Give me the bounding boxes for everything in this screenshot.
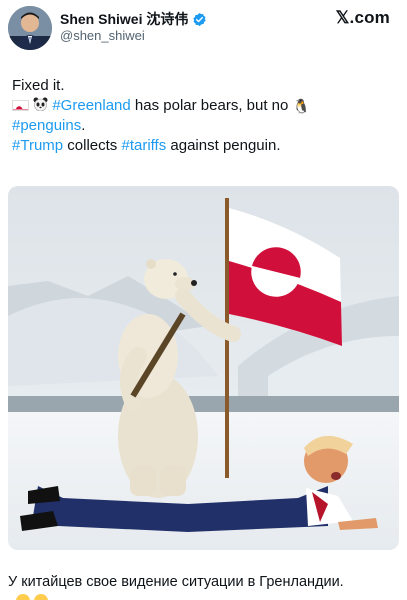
name-line: Shen Shiwei 沈诗伟 xyxy=(60,9,207,29)
tweet-media-image[interactable] xyxy=(8,186,399,550)
tweet-line-2-rest: has polar bears, but no xyxy=(130,97,293,114)
display-name[interactable]: Shen Shiwei 沈诗伟 xyxy=(60,9,188,29)
tweet-text: Fixed it. #Greenland has polar bears, bu… xyxy=(12,76,397,156)
tweet-line-4: #Trump collects #tariffs against penguin… xyxy=(12,136,397,156)
reaction-emoji-row xyxy=(16,594,48,600)
verified-badge-icon xyxy=(192,12,207,27)
hashtag-tariffs[interactable]: #tariffs xyxy=(121,137,166,154)
user-handle[interactable]: @shen_shiwei xyxy=(60,28,145,43)
polar-bear-flag-illustration xyxy=(8,186,399,550)
tweet-line-1: Fixed it. xyxy=(12,77,65,94)
laughing-emoji-icon xyxy=(16,594,30,600)
hashtag-penguins[interactable]: #penguins xyxy=(12,117,81,134)
avatar[interactable] xyxy=(8,6,52,50)
reply-comment: У китайцев свое видение ситуации в Гренл… xyxy=(8,574,344,590)
tweet-line-4-rest: against penguin. xyxy=(166,137,281,154)
tweet-line-3: #penguins. xyxy=(12,116,397,136)
penguin-icon: 🐧 xyxy=(292,98,310,114)
x-brand-logo: 𝕏.com xyxy=(335,8,390,27)
avatar-image xyxy=(8,6,52,50)
tweet-line-4-mid: collects xyxy=(63,137,122,154)
greenland-flag-icon xyxy=(12,100,29,111)
tweet-line-3-end: . xyxy=(81,117,86,134)
laughing-emoji-icon xyxy=(34,594,48,600)
tweet-line-2: #Greenland has polar bears, but no 🐧 xyxy=(12,96,397,116)
hashtag-greenland[interactable]: #Greenland xyxy=(52,97,130,114)
panda-face-icon xyxy=(33,96,48,116)
tweet-header: Shen Shiwei 沈诗伟 @shen_shiwei 𝕏.com xyxy=(8,6,398,50)
hashtag-trump[interactable]: #Trump xyxy=(12,137,63,154)
